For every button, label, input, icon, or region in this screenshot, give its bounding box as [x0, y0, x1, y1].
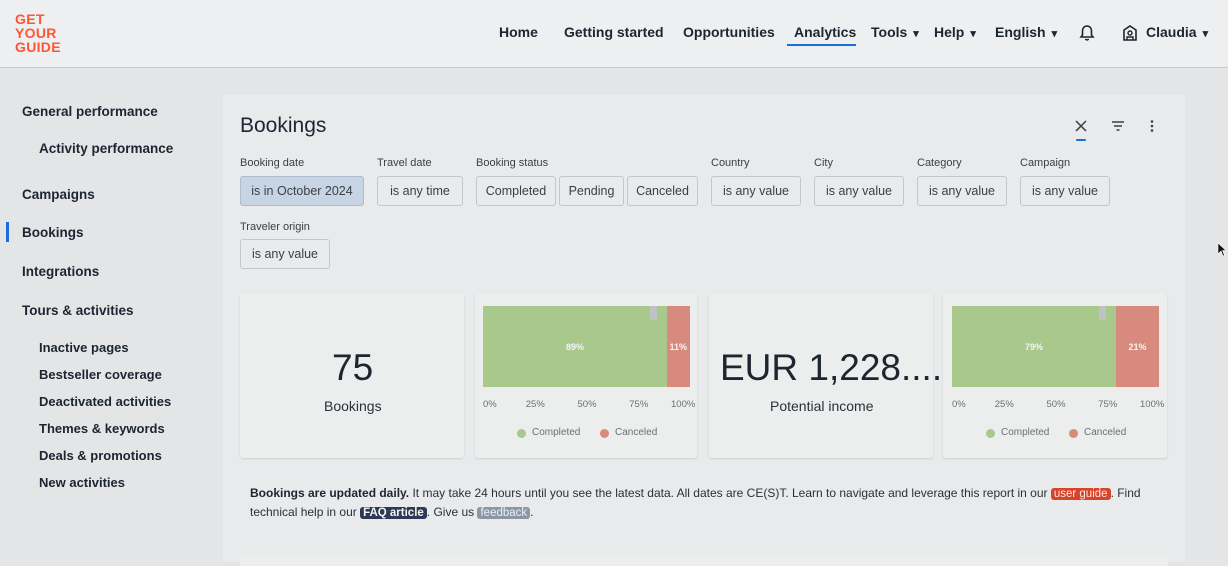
chart1-legend-canceled-dot	[600, 429, 609, 438]
chart1-axis-tick: 25%	[525, 399, 545, 410]
close-active-indicator	[1076, 139, 1086, 141]
chart2-axis-tick: 25%	[994, 399, 1014, 410]
chart2-legend-completed-dot	[986, 429, 995, 438]
filter-traveler-origin[interactable]: is any value	[240, 239, 330, 269]
nav-help[interactable]: Help ▾	[934, 24, 976, 40]
bell-icon[interactable]	[1078, 24, 1096, 42]
faq-article-link[interactable]: FAQ article	[360, 507, 427, 519]
chart2-completed-pct: 79%	[1025, 342, 1044, 352]
report-info-note: Bookings are updated daily. It may take …	[250, 484, 1150, 522]
sidebar-item-integrations[interactable]: Integrations	[22, 264, 99, 279]
user-account-icon[interactable]	[1121, 24, 1139, 42]
chart2-legend-canceled: Canceled	[1084, 427, 1127, 438]
chart1-legend-completed: Completed	[532, 427, 581, 438]
nav-active-indicator	[787, 44, 856, 46]
chart1-axis-tick: 100%	[671, 399, 696, 410]
user-name: Claudia	[1146, 24, 1197, 40]
filter-label-campaign: Campaign	[1020, 157, 1071, 169]
next-report-card	[240, 556, 1168, 566]
filter-icon[interactable]	[1110, 118, 1126, 134]
sidebar-item-deals-promotions[interactable]: Deals & promotions	[39, 448, 162, 463]
sidebar-item-deactivated-activities[interactable]: Deactivated activities	[39, 394, 171, 409]
close-icon[interactable]	[1073, 118, 1089, 134]
chart2-axis-tick: 0%	[952, 399, 966, 410]
sidebar-item-campaigns[interactable]: Campaigns	[22, 187, 95, 202]
chart1-completed-pct: 89%	[566, 342, 585, 352]
filter-campaign[interactable]: is any value	[1020, 176, 1110, 206]
filter-label-booking-status: Booking status	[476, 157, 549, 169]
sidebar-item-inactive-pages[interactable]: Inactive pages	[39, 340, 129, 355]
more-options-icon[interactable]	[1144, 118, 1160, 134]
user-guide-link[interactable]: user guide	[1050, 488, 1111, 500]
chart2-legend-canceled-dot	[1069, 429, 1078, 438]
filter-city[interactable]: is any value	[814, 176, 904, 206]
nav-opportunities[interactable]: Opportunities	[683, 24, 775, 40]
status-pending-chip[interactable]: Pending	[559, 176, 624, 206]
getyourguide-logo[interactable]: GET YOUR GUIDE	[15, 12, 75, 54]
chart2-pending-marker	[1099, 306, 1106, 320]
mouse-cursor-icon	[1218, 243, 1226, 257]
chart2-axis-tick: 100%	[1140, 399, 1165, 410]
status-canceled-chip[interactable]: Canceled	[627, 176, 698, 206]
filter-category[interactable]: is any value	[917, 176, 1007, 206]
chart1-axis-tick: 75%	[629, 399, 649, 410]
bookings-count-value: 75	[332, 347, 374, 388]
bookings-count-label: Bookings	[324, 398, 382, 414]
page-title: Bookings	[240, 114, 327, 137]
potential-income-value: EUR 1,228....	[720, 347, 943, 388]
filter-label-travel-date: Travel date	[377, 157, 432, 169]
chart1-pending-marker	[650, 306, 657, 320]
chart2-axis-tick: 50%	[1046, 399, 1066, 410]
sidebar-item-bookings[interactable]: Bookings	[22, 225, 84, 240]
info-bold-lead: Bookings are updated daily.	[250, 486, 410, 500]
chart1-legend-canceled: Canceled	[615, 427, 658, 438]
sidebar-item-tours-activities[interactable]: Tours & activities	[22, 303, 134, 318]
filter-travel-date[interactable]: is any time	[377, 176, 463, 206]
nav-help-label: Help	[934, 24, 965, 40]
sidebar-item-themes-keywords[interactable]: Themes & keywords	[39, 421, 165, 436]
sidebar-item-new-activities[interactable]: New activities	[39, 475, 125, 490]
filter-label-traveler-origin: Traveler origin	[240, 221, 310, 233]
info-text-3: . Give us	[426, 505, 478, 519]
top-navigation: GET YOUR GUIDE Home Getting started Oppo…	[0, 0, 1228, 68]
chart2-axis-tick: 75%	[1098, 399, 1118, 410]
logo-line-3: GUIDE	[15, 39, 61, 55]
nav-tools[interactable]: Tools ▾	[871, 24, 919, 40]
chevron-down-icon: ▾	[1202, 28, 1209, 40]
logo-line-1: GET	[15, 11, 45, 27]
info-text-1: It may take 24 hours until you see the l…	[409, 486, 1051, 500]
sidebar-active-indicator	[6, 222, 9, 242]
potential-income-label: Potential income	[770, 398, 874, 414]
logo-line-2: YOUR	[15, 25, 57, 41]
sidebar-item-activity-performance[interactable]: Activity performance	[39, 141, 173, 156]
chevron-down-icon: ▾	[970, 28, 976, 40]
filter-country[interactable]: is any value	[711, 176, 801, 206]
filter-label-booking-date: Booking date	[240, 157, 305, 169]
filter-label-city: City	[814, 157, 833, 169]
chart1-canceled-pct: 11%	[669, 342, 688, 352]
chart1-axis-tick: 0%	[483, 399, 497, 410]
chevron-down-icon: ▾	[1051, 28, 1058, 40]
filter-label-category: Category	[917, 157, 962, 169]
info-text-4: .	[530, 505, 534, 519]
nav-tools-label: Tools	[871, 24, 908, 40]
chevron-down-icon: ▾	[913, 28, 919, 40]
sidebar-item-bestseller-coverage[interactable]: Bestseller coverage	[39, 367, 162, 382]
chart2-canceled-pct: 21%	[1128, 342, 1147, 352]
status-completed-chip[interactable]: Completed	[476, 176, 556, 206]
chart1-legend-completed-dot	[517, 429, 526, 438]
sidebar-item-general-performance[interactable]: General performance	[22, 104, 158, 119]
nav-analytics[interactable]: Analytics	[794, 24, 856, 40]
language-selector[interactable]: English ▾	[995, 24, 1057, 40]
filter-booking-date[interactable]: is in October 2024	[240, 176, 364, 206]
chart2-legend-completed: Completed	[1001, 427, 1050, 438]
user-menu[interactable]: Claudia ▾	[1146, 24, 1208, 40]
filter-label-country: Country	[711, 157, 750, 169]
nav-getting-started[interactable]: Getting started	[564, 24, 664, 40]
chart1-axis-tick: 50%	[577, 399, 597, 410]
feedback-link[interactable]: feedback	[477, 507, 531, 519]
language-label: English	[995, 24, 1046, 40]
nav-home[interactable]: Home	[499, 24, 538, 40]
